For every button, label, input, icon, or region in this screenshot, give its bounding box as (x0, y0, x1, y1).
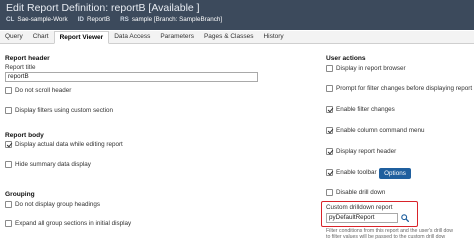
hide-summary-row[interactable]: Hide summary data display (5, 161, 91, 168)
tab-query[interactable]: Query (0, 31, 28, 43)
display-actual-data-row[interactable]: Display actual data while editing report (5, 141, 123, 148)
prompt-filter-label: Prompt for filter changes before display… (336, 85, 473, 92)
tab-report-viewer[interactable]: Report Viewer (53, 31, 110, 44)
display-actual-data-checkbox[interactable] (5, 141, 12, 148)
no-scroll-header-checkbox[interactable] (5, 87, 12, 94)
display-report-header-row[interactable]: Display report header (326, 148, 396, 155)
id-value: ReportB (87, 16, 111, 23)
report-body-section-title: Report body (5, 132, 44, 139)
window-header: Edit Report Definition: reportB [Availab… (0, 0, 474, 30)
disable-drill-down-label: Disable drill down (336, 189, 386, 196)
enable-column-menu-label: Enable column command menu (336, 127, 425, 134)
expand-all-groups-checkbox[interactable] (5, 220, 12, 227)
tab-data-access[interactable]: Data Access (109, 31, 155, 43)
report-title-input[interactable]: reportB (5, 72, 258, 82)
tab-history[interactable]: History (258, 31, 288, 43)
disable-drill-down-checkbox[interactable] (326, 189, 333, 196)
report-header-section-title: Report header (5, 55, 50, 62)
search-icon[interactable] (401, 214, 409, 222)
enable-column-menu-row[interactable]: Enable column command menu (326, 127, 425, 134)
enable-filter-changes-checkbox[interactable] (326, 106, 333, 113)
report-title-label: Report title (5, 64, 36, 71)
hide-summary-label: Hide summary data display (15, 161, 91, 168)
expand-all-groups-label: Expand all group sections in initial dis… (15, 220, 132, 227)
display-in-browser-label: Display in report browser (336, 65, 406, 72)
class-value[interactable]: Sae-sample-Work (17, 16, 67, 23)
disable-drill-down-row[interactable]: Disable drill down (326, 189, 385, 196)
no-group-headings-row[interactable]: Do not display group headings (5, 201, 100, 208)
custom-drilldown-label: Custom drilldown report (326, 204, 393, 211)
grouping-section-title: Grouping (5, 191, 35, 198)
tab-chart[interactable]: Chart (28, 31, 54, 43)
display-actual-data-label: Display actual data while editing report (15, 141, 123, 148)
tab-parameters[interactable]: Parameters (155, 31, 199, 43)
filters-custom-section-row[interactable]: Display filters using custom section (5, 107, 113, 114)
id-key: ID (77, 16, 84, 23)
prompt-filter-row[interactable]: Prompt for filter changes before display… (326, 85, 472, 92)
page-title: Edit Report Definition: reportB [Availab… (6, 2, 200, 14)
prompt-filter-checkbox[interactable] (326, 85, 333, 92)
filters-custom-section-checkbox[interactable] (5, 107, 12, 114)
drilldown-note-line2: to filter values will be passed to the c… (326, 234, 446, 241)
no-scroll-header-row[interactable]: Do not scroll header (5, 87, 71, 94)
enable-toolbar-row[interactable]: Enable toolbar (326, 169, 377, 176)
tab-bar: Query Chart Report Viewer Data Access Pa… (0, 31, 474, 44)
toolbar-options-button[interactable]: Options (379, 168, 411, 179)
enable-filter-changes-label: Enable filter changes (336, 106, 395, 113)
no-scroll-header-label: Do not scroll header (15, 87, 72, 94)
tab-pages-classes[interactable]: Pages & Classes (199, 31, 259, 43)
custom-drilldown-input[interactable]: pyDefaultReport (326, 213, 398, 223)
no-group-headings-checkbox[interactable] (5, 201, 12, 208)
ruleset-value[interactable]: sample [Branch: SampleBranch] (132, 16, 222, 23)
display-in-browser-row[interactable]: Display in report browser (326, 65, 406, 72)
ruleset-key: RS (120, 16, 129, 23)
display-in-browser-checkbox[interactable] (326, 65, 333, 72)
enable-toolbar-label: Enable toolbar (336, 169, 377, 176)
drilldown-note: Filter conditions from this report and t… (326, 228, 453, 241)
filters-custom-section-label: Display filters using custom section (15, 107, 113, 114)
enable-toolbar-checkbox[interactable] (326, 169, 333, 176)
enable-column-menu-checkbox[interactable] (326, 127, 333, 134)
hide-summary-checkbox[interactable] (5, 161, 12, 168)
rule-metadata: CL Sae-sample-Work ID ReportB RS sample … (6, 16, 232, 23)
class-key: CL (6, 16, 15, 23)
display-report-header-checkbox[interactable] (326, 148, 333, 155)
no-group-headings-label: Do not display group headings (15, 201, 101, 208)
display-report-header-label: Display report header (336, 148, 397, 155)
enable-filter-changes-row[interactable]: Enable filter changes (326, 106, 395, 113)
user-actions-section-title: User actions (326, 55, 366, 62)
expand-all-groups-row[interactable]: Expand all group sections in initial dis… (5, 220, 131, 227)
